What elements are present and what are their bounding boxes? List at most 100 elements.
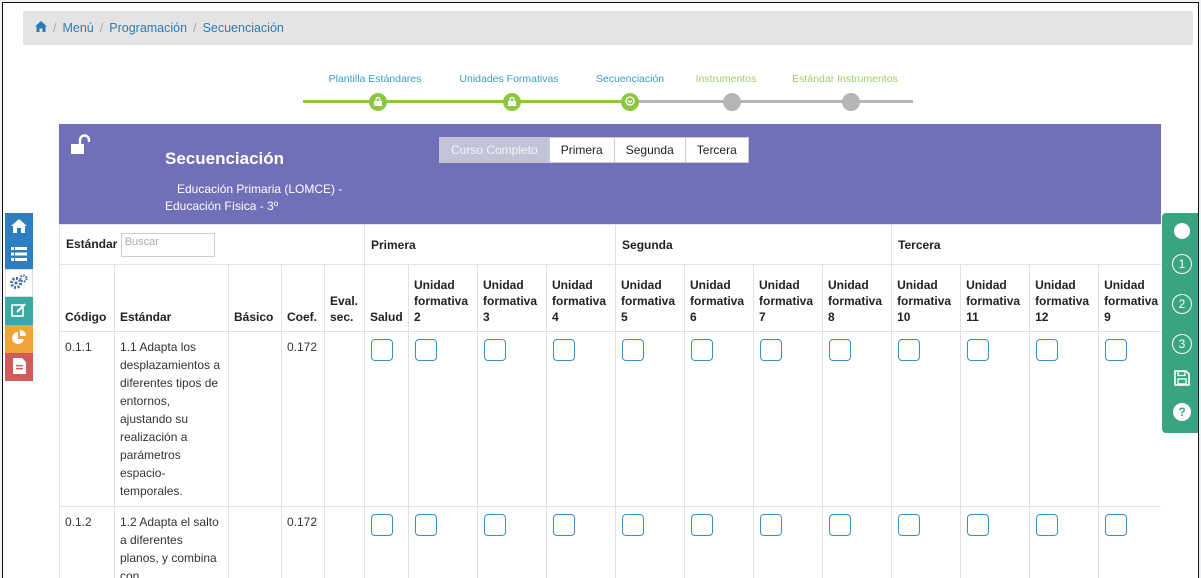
cell-salud [364, 331, 409, 507]
col-uf[interactable]: Unidad formativa 8 [822, 264, 893, 332]
col-uf[interactable]: Unidad formativa 7 [753, 264, 824, 332]
cell-estandar: 1.2 Adapta el salto a diferentes planos,… [114, 506, 229, 578]
col-uf[interactable]: Unidad formativa 2 [408, 264, 478, 332]
left-btn-home[interactable] [5, 213, 33, 241]
cell-salud [364, 506, 409, 578]
checkbox[interactable] [1036, 514, 1059, 536]
checkbox[interactable] [553, 514, 575, 536]
unlock-icon[interactable] [70, 134, 92, 156]
checkbox[interactable] [415, 339, 437, 361]
col-uf[interactable]: Unidad formativa 9 [1098, 264, 1161, 332]
breadcrumb-item-menu[interactable]: Menú [62, 21, 93, 35]
checkbox[interactable] [484, 339, 506, 361]
col-uf[interactable]: Unidad formativa 5 [615, 264, 686, 332]
right-btn-trimester-2[interactable]: 2 [1171, 293, 1193, 315]
group-header-row: Estándar Buscar Primera Segunda Tercera [59, 224, 1161, 265]
checkbox[interactable] [967, 514, 990, 536]
right-btn-filled[interactable] [1171, 221, 1193, 243]
col-uf[interactable]: Unidad formativa 6 [684, 264, 755, 332]
cell-uf [408, 331, 478, 507]
left-btn-settings[interactable] [5, 269, 33, 297]
uf-num: 9 [1104, 310, 1111, 324]
cell-uf [477, 506, 547, 578]
left-btn-document[interactable] [5, 353, 33, 381]
checkbox[interactable] [760, 339, 783, 361]
checkbox[interactable] [691, 514, 714, 536]
uf-num: 11 [966, 310, 979, 324]
subtitle-line-2: Educación Física - 3º [165, 199, 279, 213]
uf-l2: formativa [1104, 294, 1159, 308]
tab-segunda[interactable]: Segunda [613, 137, 686, 163]
step-label-plantilla[interactable]: Plantilla Estándares [329, 73, 422, 85]
col-basico[interactable]: Básico [228, 264, 282, 332]
breadcrumb-item-programacion[interactable]: Programación [109, 21, 187, 35]
home-icon[interactable] [35, 21, 47, 35]
tab-curso-completo[interactable]: Curso Completo [439, 137, 550, 163]
checkbox[interactable] [371, 514, 393, 536]
uf-l2: formativa [483, 294, 538, 308]
col-uf[interactable]: Unidad formativa 11 [960, 264, 1031, 332]
cell-uf [684, 331, 755, 507]
right-btn-help[interactable]: ? [1171, 401, 1193, 423]
checkbox[interactable] [898, 339, 921, 361]
search-input[interactable]: Buscar [120, 232, 215, 257]
checkbox[interactable] [898, 514, 921, 536]
checkbox[interactable] [1105, 514, 1128, 536]
cell-uf [1029, 506, 1100, 578]
checkbox[interactable] [371, 339, 393, 361]
left-btn-chart[interactable] [5, 325, 33, 353]
col-eval-sec[interactable]: Eval. sec. [324, 264, 365, 332]
checkbox[interactable] [415, 514, 437, 536]
cell-uf [1029, 331, 1100, 507]
cell-uf [684, 506, 755, 578]
checkbox[interactable] [622, 339, 645, 361]
left-btn-list[interactable] [5, 241, 33, 269]
uf-num: 2 [414, 310, 421, 324]
col-uf[interactable]: Unidad formativa 3 [477, 264, 547, 332]
uf-l2: formativa [621, 294, 676, 308]
trimester-tabs: Curso Completo Primera Segunda Tercera [439, 137, 749, 163]
cell-uf [615, 506, 686, 578]
uf-l2: formativa [828, 294, 883, 308]
breadcrumb-item-secuenciacion[interactable]: Secuenciación [203, 21, 284, 35]
checkbox[interactable] [691, 339, 714, 361]
right-btn-trimester-1[interactable]: 1 [1171, 253, 1193, 275]
step-label-secuenciacion[interactable]: Secuenciación [596, 73, 664, 85]
step-dot-estandar-instrumentos[interactable] [842, 93, 860, 111]
col-salud[interactable]: Salud [364, 264, 409, 332]
col-uf[interactable]: Unidad formativa 12 [1029, 264, 1100, 332]
col-uf[interactable]: Unidad formativa 10 [891, 264, 962, 332]
step-label-unidades[interactable]: Unidades Formativas [459, 73, 558, 85]
stepper-line-todo [633, 100, 913, 103]
checkbox[interactable] [1036, 339, 1059, 361]
step-label-estandar-instrumentos[interactable]: Estándar Instrumentos [792, 73, 898, 85]
col-uf[interactable]: Unidad formativa 4 [545, 264, 617, 332]
col-coef[interactable]: Coef. [281, 264, 325, 332]
right-btn-trimester-3[interactable]: 3 [1171, 333, 1193, 355]
step-label-instrumentos[interactable]: Instrumentos [696, 73, 757, 85]
checkbox[interactable] [1105, 339, 1128, 361]
step-dot-instrumentos[interactable] [723, 93, 741, 111]
col-estandar[interactable]: Estándar [114, 264, 229, 332]
checkbox[interactable] [829, 339, 852, 361]
checkbox[interactable] [622, 514, 645, 536]
estandar-search-label: Estándar [66, 236, 118, 251]
tab-tercera[interactable]: Tercera [684, 137, 749, 163]
col-codigo[interactable]: Código [59, 264, 115, 332]
checkbox[interactable] [553, 339, 575, 361]
step-dot-unidades[interactable] [503, 93, 521, 111]
right-btn-save[interactable] [1171, 368, 1193, 390]
checkbox[interactable] [484, 514, 506, 536]
step-dot-secuenciacion[interactable] [621, 93, 639, 111]
checkbox[interactable] [760, 514, 783, 536]
gears-icon [10, 273, 28, 293]
uf-l1: Unidad [1104, 278, 1145, 292]
cell-uf [822, 506, 893, 578]
tab-primera[interactable]: Primera [548, 137, 615, 163]
uf-l2: formativa [552, 294, 607, 308]
left-btn-edit[interactable] [5, 297, 33, 325]
step-dot-plantilla[interactable] [369, 93, 387, 111]
checkbox[interactable] [967, 339, 990, 361]
checkbox[interactable] [829, 514, 852, 536]
breadcrumb-separator: / [99, 21, 104, 35]
